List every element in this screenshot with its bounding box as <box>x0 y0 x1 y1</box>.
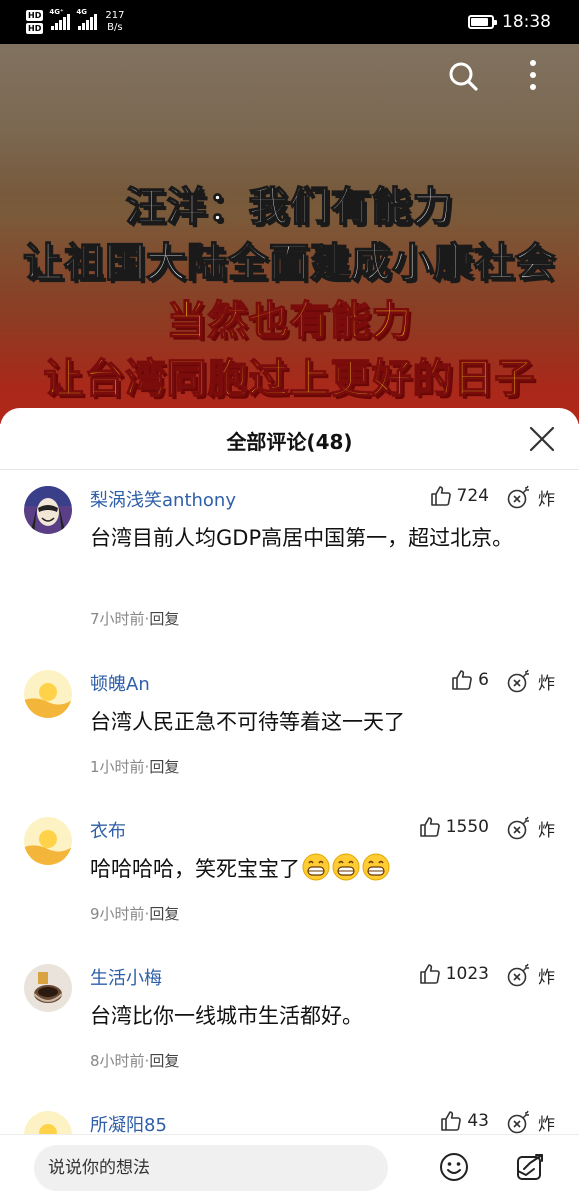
avatar[interactable] <box>24 670 72 718</box>
hd-badge-2: HD <box>26 23 44 34</box>
bomb-button[interactable]: 炸 <box>506 815 555 841</box>
reply-button[interactable]: 回复 <box>149 758 179 776</box>
comment-meta: 8小时前·回复 <box>90 1052 180 1070</box>
speed-unit: B/s <box>107 22 123 33</box>
comment-time: 9小时前 <box>90 905 145 923</box>
comment-item: 生活小梅 1023 炸 台湾比你一线城市生活都好。 8小时前·回复 <box>0 948 579 1096</box>
thumbs-up-icon <box>430 486 451 506</box>
comments-header: 全部评论(48) <box>0 408 579 470</box>
speed-value: 217 <box>105 10 125 21</box>
comment-text: 台湾比你一线城市生活都好。 <box>90 1004 363 1028</box>
headline-line-3: 当然也有能力 <box>166 297 413 345</box>
smiley-icon[interactable] <box>438 1151 470 1183</box>
comment-meta: 7小时前·回复 <box>90 610 180 628</box>
bomb-icon <box>507 816 529 840</box>
bomb-icon <box>507 485 529 509</box>
comment-time: 8小时前 <box>90 1052 145 1070</box>
avatar[interactable] <box>24 964 72 1012</box>
signal-icon-1: 4G⁺ <box>49 8 71 30</box>
bomb-label: 炸 <box>538 967 555 988</box>
bomb-button[interactable]: 炸 <box>506 484 555 510</box>
bomb-button[interactable]: 炸 <box>506 668 555 694</box>
reply-button[interactable]: 回复 <box>149 1052 179 1070</box>
comment-text: 哈哈哈哈，笑死宝宝了 <box>90 851 549 888</box>
comments-title: 全部评论(48) <box>226 430 353 454</box>
grin-emoji <box>362 853 390 881</box>
comment-item: 梨涡浅笑anthony 724 炸 台湾目前人均GDP高居中国第一，超过北京。 … <box>0 470 579 628</box>
battery-icon <box>468 15 497 29</box>
bomb-icon <box>507 669 529 693</box>
avatar[interactable] <box>24 817 72 865</box>
comment-text: 台湾目前人均GDP高居中国第一，超过北京。 <box>90 526 514 550</box>
search-icon[interactable] <box>447 60 479 92</box>
comment-text-body: 哈哈哈哈，笑死宝宝了 <box>90 857 300 881</box>
thumbs-up-icon <box>441 1111 462 1131</box>
like-button[interactable]: 6 <box>450 668 489 692</box>
signal-icon-2: 4G <box>76 8 98 30</box>
clock: 18:38 <box>502 12 551 32</box>
like-count: 1550 <box>445 817 489 837</box>
like-count: 43 <box>467 1111 489 1131</box>
bomb-button[interactable]: 炸 <box>506 962 555 988</box>
close-icon[interactable] <box>529 426 555 452</box>
comments-sheet: 全部评论(48) 梨涡浅笑anthony 724 炸 台湾目前人均GDP高居中国… <box>0 408 579 1200</box>
headline-line-1: 汪洋：我们有能力 <box>125 183 454 231</box>
like-button[interactable]: 724 <box>429 484 489 508</box>
comment-meta: 1小时前·回复 <box>90 758 180 776</box>
avatar[interactable] <box>24 486 72 534</box>
comment-input[interactable] <box>34 1145 388 1191</box>
like-button[interactable]: 43 <box>439 1109 489 1133</box>
comment-meta: 9小时前·回复 <box>90 905 180 923</box>
comment-username[interactable]: 生活小梅 <box>90 964 162 990</box>
like-count: 724 <box>456 486 489 506</box>
comment-username[interactable]: 梨涡浅笑anthony <box>90 486 236 512</box>
headline-line-2: 让祖国大陆全面建成小康社会 <box>22 239 556 287</box>
like-button[interactable]: 1023 <box>418 962 489 986</box>
bomb-label: 炸 <box>538 1114 555 1135</box>
thumbs-up-icon <box>452 670 472 690</box>
comment-input-bar <box>0 1134 579 1200</box>
like-button[interactable]: 1550 <box>418 815 489 839</box>
share-icon[interactable] <box>514 1151 546 1183</box>
comment-time: 1小时前 <box>90 758 145 776</box>
hd-badge-1: HD <box>26 10 44 21</box>
network-type-1: 4G⁺ <box>49 8 64 16</box>
comment-time: 7小时前 <box>90 610 145 628</box>
comment-item: 衣布 1550 炸 哈哈哈哈，笑死宝宝了 9小时前·回复 <box>0 801 579 949</box>
reply-button[interactable]: 回复 <box>149 905 179 923</box>
bomb-button[interactable]: 炸 <box>506 1109 555 1135</box>
grin-emoji <box>332 853 360 881</box>
comment-username[interactable]: 顿魄An <box>90 670 150 696</box>
headline-line-4: 让台湾同胞过上更好的日子 <box>43 355 536 403</box>
comment-text: 台湾人民正急不可待等着这一天了 <box>90 710 405 734</box>
video-player[interactable]: 汪洋：我们有能力 让祖国大陆全面建成小康社会 当然也有能力 让台湾同胞过上更好的… <box>0 44 579 424</box>
comment-item: 顿魄An 6 炸 台湾人民正急不可待等着这一天了 1小时前·回复 <box>0 654 579 802</box>
bomb-icon <box>507 1110 529 1134</box>
more-vertical-icon[interactable] <box>519 56 547 94</box>
comment-username[interactable]: 衣布 <box>90 817 126 843</box>
like-count: 1023 <box>445 964 489 984</box>
bomb-label: 炸 <box>538 673 555 694</box>
bomb-icon <box>507 963 529 987</box>
network-speed: 217 B/s <box>105 10 124 34</box>
like-count: 6 <box>478 670 489 690</box>
thumbs-up-icon <box>419 817 440 837</box>
status-bar: HD HD 4G⁺ 4G 217 B/s 18:38 <box>0 0 579 44</box>
grin-emoji <box>302 853 330 881</box>
thumbs-up-icon <box>419 964 440 984</box>
bomb-label: 炸 <box>538 820 555 841</box>
bomb-label: 炸 <box>538 489 555 510</box>
reply-button[interactable]: 回复 <box>149 610 179 628</box>
network-type-2: 4G <box>76 8 87 16</box>
